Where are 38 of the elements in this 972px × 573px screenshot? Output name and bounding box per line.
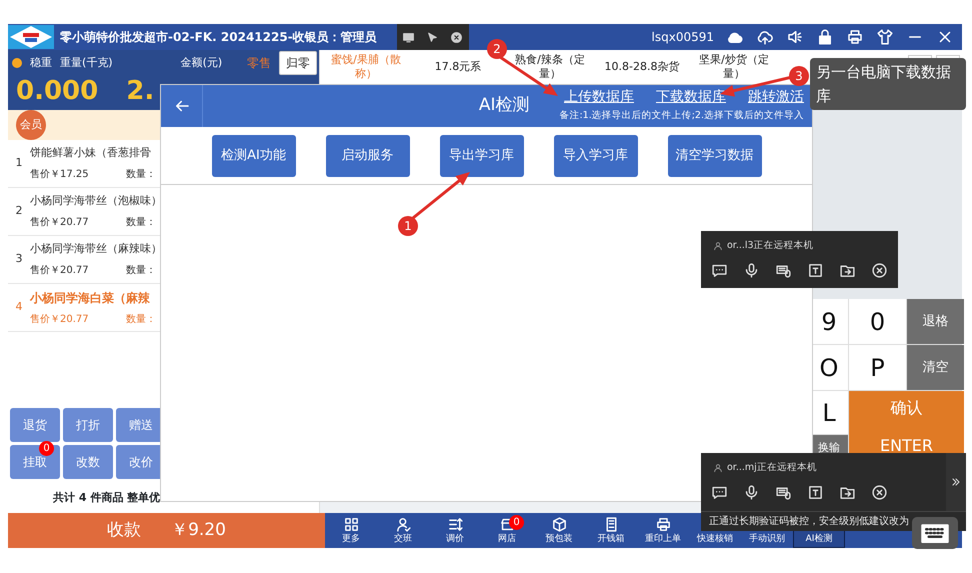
item-price: 售价￥17.25 bbox=[30, 168, 90, 182]
window-title: 零小萌特价批发超市-02-FK. 20241225-收银员：管理员 bbox=[60, 29, 377, 46]
note-text: 备注:1.选择导出后的文件上传;2.选择下载后的文件导入 bbox=[559, 109, 804, 123]
security-warning: 正通过长期验证码被控，安全级别低建议改为 bbox=[709, 514, 909, 529]
checkout-amount: ￥9.20 bbox=[171, 518, 226, 542]
item-index: 4 bbox=[14, 299, 24, 316]
item-quantity-label: 数量： bbox=[126, 312, 156, 326]
sale-mode-label: 零售 bbox=[247, 55, 271, 72]
item-index: 2 bbox=[14, 203, 24, 220]
checkout-label: 收款 bbox=[107, 518, 142, 542]
account-name: lsqx00591 bbox=[652, 29, 714, 46]
weight-label: 重量(千克) bbox=[60, 54, 113, 71]
weight-value: 0.000 bbox=[16, 75, 98, 108]
amount-value: 2. bbox=[126, 75, 154, 108]
order-summary: 共计 4 件商品 整单优 bbox=[52, 490, 162, 506]
item-price: 售价￥20.77 bbox=[30, 216, 90, 230]
dialog-title: AI检测 bbox=[478, 94, 530, 118]
annotation-tooltip: 另一台电脑下载数据库 bbox=[810, 58, 966, 110]
item-name: 小杨同学海白菜（麻辣 bbox=[30, 290, 151, 306]
amount-label: 金额(元) bbox=[180, 54, 222, 71]
step-number-badge: 3 bbox=[789, 66, 809, 86]
enter-label: ENTER bbox=[880, 434, 934, 456]
item-name: 小杨同学海带丝（泡椒味） bbox=[30, 193, 162, 210]
remote-user-text: or...mj正在远程本机 bbox=[727, 461, 817, 475]
item-index: 3 bbox=[14, 251, 24, 268]
item-quantity-label: 数量： bbox=[126, 216, 156, 230]
item-price: 售价￥20.77 bbox=[30, 264, 90, 278]
count-badge: 0 bbox=[39, 441, 54, 456]
item-price: 售价￥20.77 bbox=[30, 312, 90, 326]
remote-user-text: or...l3正在远程本机 bbox=[727, 239, 814, 253]
item-name: 饼能鲜薯小妹（香葱排骨 bbox=[30, 145, 152, 162]
item-index: 1 bbox=[14, 155, 24, 172]
status-label: 稳重 bbox=[30, 54, 52, 71]
confirm-label: 确认 bbox=[890, 396, 922, 418]
count-badge: 0 bbox=[509, 515, 524, 530]
item-name: 小杨同学海带丝（麻辣味） bbox=[30, 241, 162, 258]
item-quantity-label: 数量： bbox=[126, 264, 156, 278]
item-quantity-label: 数量： bbox=[126, 168, 156, 182]
